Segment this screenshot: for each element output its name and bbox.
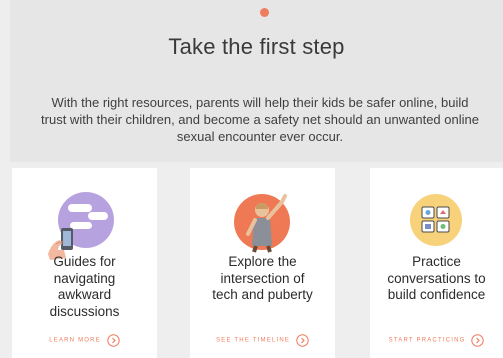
card-title-line: tech and puberty xyxy=(212,287,313,302)
card-title: Guides for navigating awkward discussion… xyxy=(12,254,157,320)
card-title-line: Guides for xyxy=(53,254,116,269)
start-practicing-link[interactable]: START PRACTICING xyxy=(370,334,503,347)
chevron-right-circle-icon xyxy=(296,334,309,347)
learn-more-link[interactable]: LEARN MORE xyxy=(12,334,157,347)
card-title: Explore the intersection of tech and pub… xyxy=(190,254,335,304)
child-reaching-icon xyxy=(234,194,290,253)
card-title-line: navigating xyxy=(53,270,116,286)
chevron-right-circle-icon xyxy=(471,334,485,347)
card-timeline: Explore the intersection of tech and pub… xyxy=(190,168,335,358)
see-the-timeline-link[interactable]: SEE THE TIMELINE xyxy=(190,334,335,347)
hero-section: Take the first step With the right resou… xyxy=(10,0,503,162)
card-practice: Practice conversations to build confiden… xyxy=(370,168,503,358)
card-title-line: discussions xyxy=(49,303,120,319)
card-title-line: intersection of xyxy=(220,270,305,286)
card-title: Practice conversations to build confiden… xyxy=(370,254,503,304)
hero-description: With the right resources, parents will h… xyxy=(41,95,479,144)
card-title-line: Explore the xyxy=(228,254,297,269)
accent-dot xyxy=(260,8,269,17)
link-label: LEARN MORE xyxy=(49,337,101,344)
hand-phone-chat-icon xyxy=(48,192,114,260)
link-label: SEE THE TIMELINE xyxy=(216,337,291,344)
link-label: START PRACTICING xyxy=(388,337,466,344)
page-title: Take the first step xyxy=(168,34,345,59)
card-guides: Guides for navigating awkward discussion… xyxy=(12,168,157,358)
app-grid-icon xyxy=(410,194,462,246)
card-title-line: Practice xyxy=(412,254,461,269)
card-title-line: awkward xyxy=(57,287,112,302)
chevron-right-circle-icon xyxy=(107,334,120,347)
card-title-line: build confidence xyxy=(387,287,486,302)
card-title-line: conversations to xyxy=(387,270,486,286)
